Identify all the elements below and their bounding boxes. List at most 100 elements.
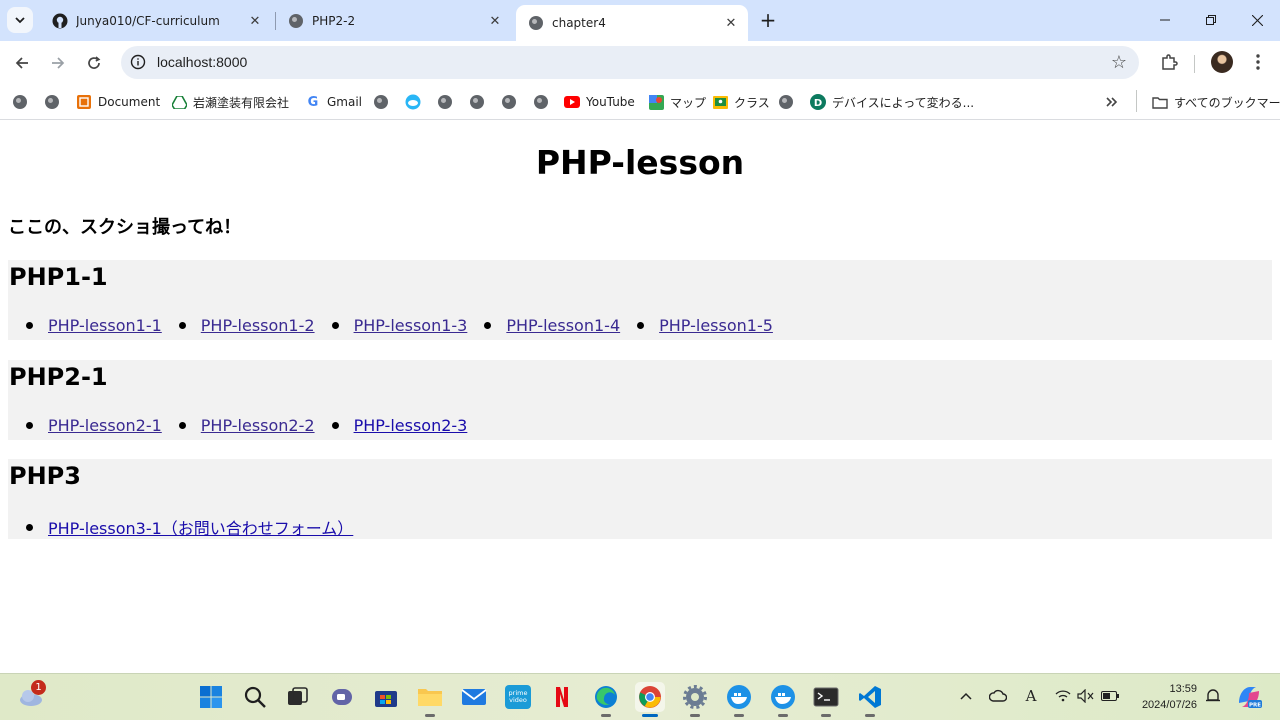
back-button[interactable] bbox=[8, 49, 36, 77]
bookmark-item[interactable] bbox=[405, 92, 427, 112]
file-explorer-button[interactable] bbox=[415, 682, 445, 712]
close-icon[interactable]: ✕ bbox=[722, 14, 740, 32]
taskbar-clock[interactable]: 13:59 2024/07/26 bbox=[1133, 681, 1197, 713]
globe-icon bbox=[12, 94, 28, 110]
globe-icon bbox=[533, 94, 549, 110]
close-window-button[interactable] bbox=[1234, 6, 1280, 34]
teams-icon bbox=[332, 689, 352, 705]
tab-chapter4[interactable]: chapter4 ✕ bbox=[516, 5, 748, 41]
settings-button[interactable] bbox=[680, 682, 710, 712]
extensions-button[interactable] bbox=[1157, 50, 1181, 74]
edge-button[interactable] bbox=[591, 682, 621, 712]
toolbar-divider bbox=[1194, 55, 1195, 73]
docker-icon bbox=[727, 685, 751, 709]
globe-icon bbox=[469, 94, 485, 110]
bookmark-classroom[interactable]: クラス bbox=[712, 92, 770, 112]
all-bookmarks-button[interactable]: すべてのブックマーク bbox=[1152, 92, 1280, 112]
copilot-button[interactable]: PRE bbox=[1234, 682, 1264, 712]
bookmark-item[interactable] bbox=[373, 92, 395, 112]
close-icon[interactable]: ✕ bbox=[246, 12, 264, 30]
ime-indicator[interactable]: A bbox=[1021, 686, 1041, 706]
bookmark-star-icon[interactable]: ☆ bbox=[1109, 52, 1129, 73]
chrome-menu-button[interactable] bbox=[1246, 50, 1270, 74]
cloud-sync-icon bbox=[989, 689, 1007, 702]
notification-center-button[interactable] bbox=[1203, 686, 1223, 706]
classroom-icon bbox=[712, 94, 728, 110]
tab-search-button[interactable] bbox=[7, 7, 33, 33]
cloud-icon bbox=[405, 94, 421, 110]
netflix-button[interactable] bbox=[547, 682, 577, 712]
url-text[interactable]: localhost:8000 bbox=[157, 54, 247, 70]
bookmark-item[interactable] bbox=[533, 92, 555, 112]
lesson-link[interactable]: PHP-lesson3-1（お問い合わせフォーム） bbox=[48, 515, 353, 539]
tab-github[interactable]: Junya010/CF-curriculum ✕ bbox=[40, 6, 272, 36]
start-button[interactable] bbox=[196, 682, 226, 712]
bookmark-item[interactable] bbox=[437, 92, 459, 112]
d-letter-icon: D bbox=[810, 94, 826, 110]
new-tab-button[interactable]: + bbox=[757, 8, 779, 32]
lesson-link[interactable]: PHP-lesson2-1 bbox=[48, 416, 162, 435]
bookmark-maps[interactable]: マップ bbox=[648, 92, 706, 112]
show-hidden-icons-button[interactable] bbox=[956, 686, 976, 706]
teams-button[interactable] bbox=[327, 682, 357, 712]
store-button[interactable] bbox=[371, 682, 401, 712]
battery-tray-icon[interactable] bbox=[1100, 686, 1120, 706]
onedrive-tray-icon[interactable] bbox=[988, 686, 1008, 706]
site-info-icon[interactable] bbox=[129, 53, 147, 71]
lesson-link[interactable]: PHP-lesson1-5 bbox=[659, 316, 773, 335]
bookmark-iwase[interactable]: 岩瀬塗装有限会社 bbox=[171, 92, 289, 112]
profile-avatar[interactable] bbox=[1211, 51, 1233, 73]
running-indicator bbox=[865, 714, 875, 717]
minimize-icon bbox=[1160, 19, 1170, 21]
windows-taskbar: 1 prime video A 13:59 2024/07/26 PRE bbox=[0, 673, 1280, 720]
lesson-link[interactable]: PHP-lesson1-2 bbox=[201, 316, 315, 335]
volume-tray-icon[interactable] bbox=[1076, 686, 1096, 706]
document-icon bbox=[76, 94, 92, 110]
minimize-button[interactable] bbox=[1142, 6, 1188, 34]
battery-icon bbox=[1101, 691, 1119, 701]
docker-button-2[interactable] bbox=[768, 682, 798, 712]
page-content: PHP-lesson ここの、スクショ撮ってね！ PHP1-1 PHP-less… bbox=[0, 121, 1280, 673]
docker-button[interactable] bbox=[724, 682, 754, 712]
section-title: PHP2-1 bbox=[9, 363, 108, 391]
tab-php2-2[interactable]: PHP2-2 ✕ bbox=[276, 6, 512, 36]
bookmark-youtube[interactable]: YouTube bbox=[564, 92, 635, 112]
wifi-tray-icon[interactable] bbox=[1053, 686, 1073, 706]
puzzle-icon bbox=[1162, 54, 1178, 70]
bookmark-label: クラス bbox=[734, 95, 770, 110]
bookmark-gmail[interactable]: G Gmail bbox=[305, 92, 362, 112]
bookmark-item[interactable] bbox=[12, 92, 34, 112]
chrome-button[interactable] bbox=[635, 682, 665, 712]
vscode-button[interactable] bbox=[855, 682, 885, 712]
bookmark-device[interactable]: D デバイスによって変わる... bbox=[810, 92, 974, 112]
prime-video-button[interactable]: prime video bbox=[503, 682, 533, 712]
bullet bbox=[26, 422, 33, 429]
bookmark-item[interactable] bbox=[469, 92, 491, 112]
bookmark-item[interactable] bbox=[778, 92, 800, 112]
taskbar-search-button[interactable] bbox=[240, 682, 270, 712]
terminal-button[interactable] bbox=[811, 682, 841, 712]
section-title: PHP3 bbox=[9, 462, 81, 490]
google-icon: G bbox=[307, 94, 319, 110]
bookmark-item[interactable] bbox=[44, 92, 66, 112]
lesson-link[interactable]: PHP-lesson2-2 bbox=[201, 416, 315, 435]
bookmark-document[interactable]: Document bbox=[76, 92, 160, 112]
forward-button[interactable] bbox=[44, 49, 72, 77]
restore-button[interactable] bbox=[1188, 6, 1234, 34]
list-item: PHP-lesson1-1 bbox=[26, 316, 162, 335]
more-bookmarks-button[interactable] bbox=[1104, 92, 1126, 112]
drive-icon bbox=[171, 94, 187, 110]
list-item: PHP-lesson1-3 bbox=[331, 316, 468, 335]
mail-button[interactable] bbox=[459, 682, 489, 712]
bookmark-item[interactable] bbox=[501, 92, 523, 112]
lesson-link[interactable]: PHP-lesson1-1 bbox=[48, 316, 162, 335]
close-icon[interactable]: ✕ bbox=[486, 12, 504, 30]
lesson-link[interactable]: PHP-lesson2-3 bbox=[354, 416, 468, 435]
task-view-button[interactable] bbox=[283, 682, 313, 712]
reload-button[interactable] bbox=[80, 49, 108, 77]
address-bar[interactable]: localhost:8000 ☆ bbox=[121, 46, 1139, 79]
lesson-link[interactable]: PHP-lesson1-4 bbox=[506, 316, 620, 335]
maps-icon bbox=[648, 94, 664, 110]
lesson-link[interactable]: PHP-lesson1-3 bbox=[354, 316, 468, 335]
font-a-icon: A bbox=[1025, 687, 1037, 705]
